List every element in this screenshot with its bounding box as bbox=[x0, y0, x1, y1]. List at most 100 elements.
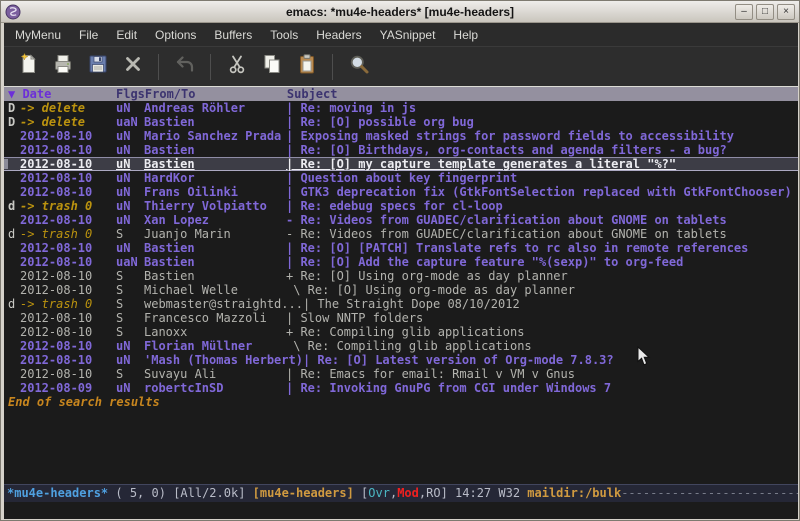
column-header-subject[interactable]: Subject bbox=[287, 87, 798, 101]
row-date: 2012-08-10 bbox=[20, 311, 116, 325]
copy-button[interactable] bbox=[254, 50, 289, 84]
row-flags: uaN bbox=[116, 255, 144, 269]
row-from: Frans Oilinki bbox=[144, 185, 286, 199]
message-row[interactable]: 2012-08-10uNFlorian Müllner \ Re: Compil… bbox=[4, 339, 798, 353]
print-button[interactable] bbox=[45, 50, 80, 84]
row-date: 2012-08-10 bbox=[20, 255, 116, 269]
message-row[interactable]: d-> trash 0uNThierry Volpiatto| Re: edeb… bbox=[4, 199, 798, 213]
message-row[interactable]: 2012-08-10uNBastien| Re: [O] [PATCH] Tra… bbox=[4, 241, 798, 255]
row-from: Thierry Volpiatto bbox=[144, 199, 286, 213]
mouse-cursor bbox=[637, 346, 651, 367]
row-subject: | Re: edebug specs for cl-loop bbox=[286, 199, 798, 213]
new-file-button[interactable] bbox=[10, 50, 45, 84]
row-date: 2012-08-10 bbox=[20, 283, 116, 297]
row-from: Bastien bbox=[144, 241, 286, 255]
message-row[interactable]: 2012-08-10SMichael Welle \ Re: [O] Using… bbox=[4, 283, 798, 297]
message-row[interactable]: 2012-08-10SSuvayu Ali| Re: Emacs for ema… bbox=[4, 367, 798, 381]
message-row[interactable]: 2012-08-10SFrancesco Mazzoli| Slow NNTP … bbox=[4, 311, 798, 325]
row-subject: | Slow NNTP folders bbox=[286, 311, 798, 325]
save-icon bbox=[86, 52, 110, 81]
row-from: Bastien bbox=[144, 143, 286, 157]
save-button[interactable] bbox=[80, 50, 115, 84]
row-date: 2012-08-10 bbox=[20, 213, 116, 227]
menu-help[interactable]: Help bbox=[444, 25, 487, 45]
row-from: Francesco Mazzoli bbox=[144, 311, 286, 325]
message-row[interactable]: 2012-08-10SLanoxx+ Re: Compiling glib ap… bbox=[4, 325, 798, 339]
maximize-button[interactable]: □ bbox=[756, 4, 774, 20]
message-row[interactable]: d-> trash 0SJuanjo Marin- Re: Videos fro… bbox=[4, 227, 798, 241]
headers-header-line: ▼ Date Flgs From/To Subject bbox=[4, 86, 798, 101]
menu-options[interactable]: Options bbox=[146, 25, 205, 45]
row-flags: uN bbox=[116, 381, 144, 395]
message-row[interactable]: 2012-08-09uNrobertcInSD| Re: Invoking Gn… bbox=[4, 381, 798, 395]
row-flags: S bbox=[116, 325, 144, 339]
row-from: Andreas Röhler bbox=[144, 101, 286, 115]
message-row[interactable]: 2012-08-10SBastien+ Re: [O] Using org-mo… bbox=[4, 269, 798, 283]
row-date: 2012-08-10 bbox=[20, 339, 116, 353]
row-mark: D bbox=[4, 115, 20, 129]
message-row[interactable]: d-> trash 0Swebmaster@straightd...| The … bbox=[4, 297, 798, 311]
row-flags: uN bbox=[116, 199, 144, 213]
column-header-from[interactable]: From/To bbox=[145, 87, 287, 101]
row-mark bbox=[4, 143, 20, 157]
message-row[interactable]: 2012-08-10uNFrans Oilinki| GTK3 deprecat… bbox=[4, 185, 798, 199]
row-date: -> delete bbox=[20, 101, 116, 115]
emacs-app-icon bbox=[5, 4, 21, 20]
row-flags: uN bbox=[116, 353, 144, 367]
menu-tools[interactable]: Tools bbox=[261, 25, 307, 45]
row-flags: S bbox=[116, 367, 144, 381]
search-button[interactable] bbox=[341, 50, 376, 84]
row-from: 'Mash (Thomas Herbert) bbox=[144, 353, 303, 367]
row-from: Bastien bbox=[144, 269, 286, 283]
row-subject: - Re: Videos from GUADEC/clarification a… bbox=[286, 213, 798, 227]
minibuffer[interactable] bbox=[4, 502, 798, 519]
menu-yasnippet[interactable]: YASnippet bbox=[371, 25, 445, 45]
menu-edit[interactable]: Edit bbox=[107, 25, 146, 45]
cut-button[interactable] bbox=[219, 50, 254, 84]
undo-button bbox=[167, 50, 202, 84]
row-mark: d bbox=[4, 297, 20, 311]
minimize-button[interactable]: – bbox=[735, 4, 753, 20]
row-mark bbox=[4, 255, 20, 269]
end-of-search-message: End of search results bbox=[4, 395, 798, 409]
message-row[interactable]: D-> deleteuaNBastien| Re: [O] possible o… bbox=[4, 115, 798, 129]
message-row[interactable]: 2012-08-10uaNBastien| Re: [O] Add the ca… bbox=[4, 255, 798, 269]
row-subject: | GTK3 deprecation fix (GtkFontSelection… bbox=[286, 185, 798, 199]
row-mark bbox=[4, 339, 20, 353]
toolbar-separator bbox=[158, 54, 159, 80]
row-from: webmaster@straightd... bbox=[144, 297, 303, 311]
menu-file[interactable]: File bbox=[70, 25, 107, 45]
menu-buffers[interactable]: Buffers bbox=[205, 25, 261, 45]
close-button[interactable]: × bbox=[777, 4, 795, 20]
row-date: 2012-08-10 bbox=[20, 241, 116, 255]
message-row[interactable]: 2012-08-10uNMario Sanchez Prada| Exposin… bbox=[4, 129, 798, 143]
row-flags: uN bbox=[116, 213, 144, 227]
message-row[interactable]: 2012-08-10uN'Mash (Thomas Herbert)| Re: … bbox=[4, 353, 798, 367]
undo-icon bbox=[173, 52, 197, 81]
menu-mymenu[interactable]: MyMenu bbox=[6, 25, 70, 45]
close-buffer-button[interactable] bbox=[115, 50, 150, 84]
row-date: 2012-08-10 bbox=[20, 143, 116, 157]
message-row[interactable]: 2012-08-10uNBastien| Re: [O] my capture … bbox=[4, 157, 798, 171]
menu-headers[interactable]: Headers bbox=[307, 25, 370, 45]
message-row[interactable]: 2012-08-10uNBastien| Re: [O] Birthdays, … bbox=[4, 143, 798, 157]
column-header-flags[interactable]: Flgs bbox=[116, 87, 145, 101]
message-row[interactable]: D-> deleteuNAndreas Röhler| Re: moving i… bbox=[4, 101, 798, 115]
modeline-segment: 14:27 W32 bbox=[455, 486, 527, 500]
row-flags: uN bbox=[116, 129, 144, 143]
paste-button[interactable] bbox=[289, 50, 324, 84]
row-from: Xan Lopez bbox=[144, 213, 286, 227]
modeline-segment: maildir:/bulk bbox=[527, 486, 621, 500]
row-flags: uN bbox=[116, 185, 144, 199]
row-mark: d bbox=[4, 227, 20, 241]
window-title: emacs: *mu4e-headers* [mu4e-headers] bbox=[1, 5, 799, 19]
row-from: Bastien bbox=[144, 255, 286, 269]
close-buffer-icon bbox=[121, 52, 145, 81]
message-row[interactable]: 2012-08-10uNHardKor| Question about key … bbox=[4, 171, 798, 185]
paste-icon bbox=[295, 52, 319, 81]
row-subject: | Re: moving in js bbox=[286, 101, 798, 115]
column-header-date[interactable]: ▼ Date bbox=[4, 87, 116, 101]
toolbar bbox=[4, 46, 798, 86]
message-row[interactable]: 2012-08-10uNXan Lopez- Re: Videos from G… bbox=[4, 213, 798, 227]
row-subject: \ Re: [O] Using org-mode as day planner bbox=[286, 283, 798, 297]
